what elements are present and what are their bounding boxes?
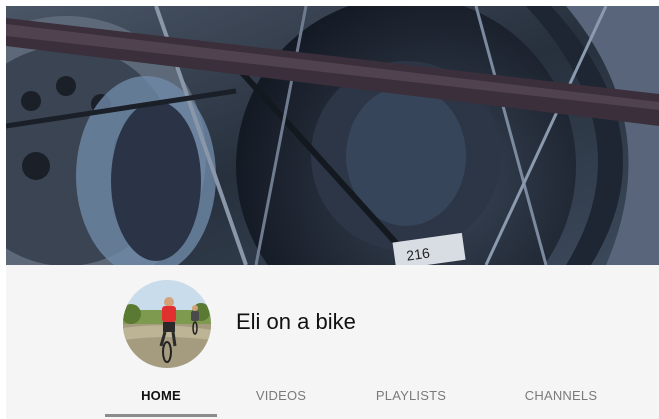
hub-label-text: 216	[405, 245, 431, 264]
tab-channels-label: CHANNELS	[524, 388, 598, 403]
tab-videos-label: VIDEOS	[255, 388, 307, 403]
tab-home[interactable]: HOME	[105, 383, 217, 417]
avatar[interactable]	[123, 280, 211, 368]
bicycle-hub-banner-image: 216	[6, 6, 659, 265]
cyclist-avatar-image	[123, 280, 211, 368]
channel-page: 216 Eli on a bike HOME VIDEOS PLAYLISTS …	[0, 0, 659, 419]
channel-header: Eli on a bike HOME VIDEOS PLAYLISTS CHAN…	[6, 265, 659, 419]
channel-banner: 216	[6, 6, 659, 265]
tab-channels[interactable]: CHANNELS	[506, 383, 616, 417]
active-tab-indicator	[105, 414, 217, 417]
tab-playlists-label: PLAYLISTS	[375, 388, 447, 403]
tab-home-label: HOME	[141, 388, 181, 403]
tab-playlists[interactable]: PLAYLISTS	[356, 383, 466, 417]
channel-name: Eli on a bike	[236, 309, 356, 334]
channel-tabs: HOME VIDEOS PLAYLISTS CHANNELS	[6, 383, 659, 419]
tab-videos[interactable]: VIDEOS	[231, 383, 331, 417]
